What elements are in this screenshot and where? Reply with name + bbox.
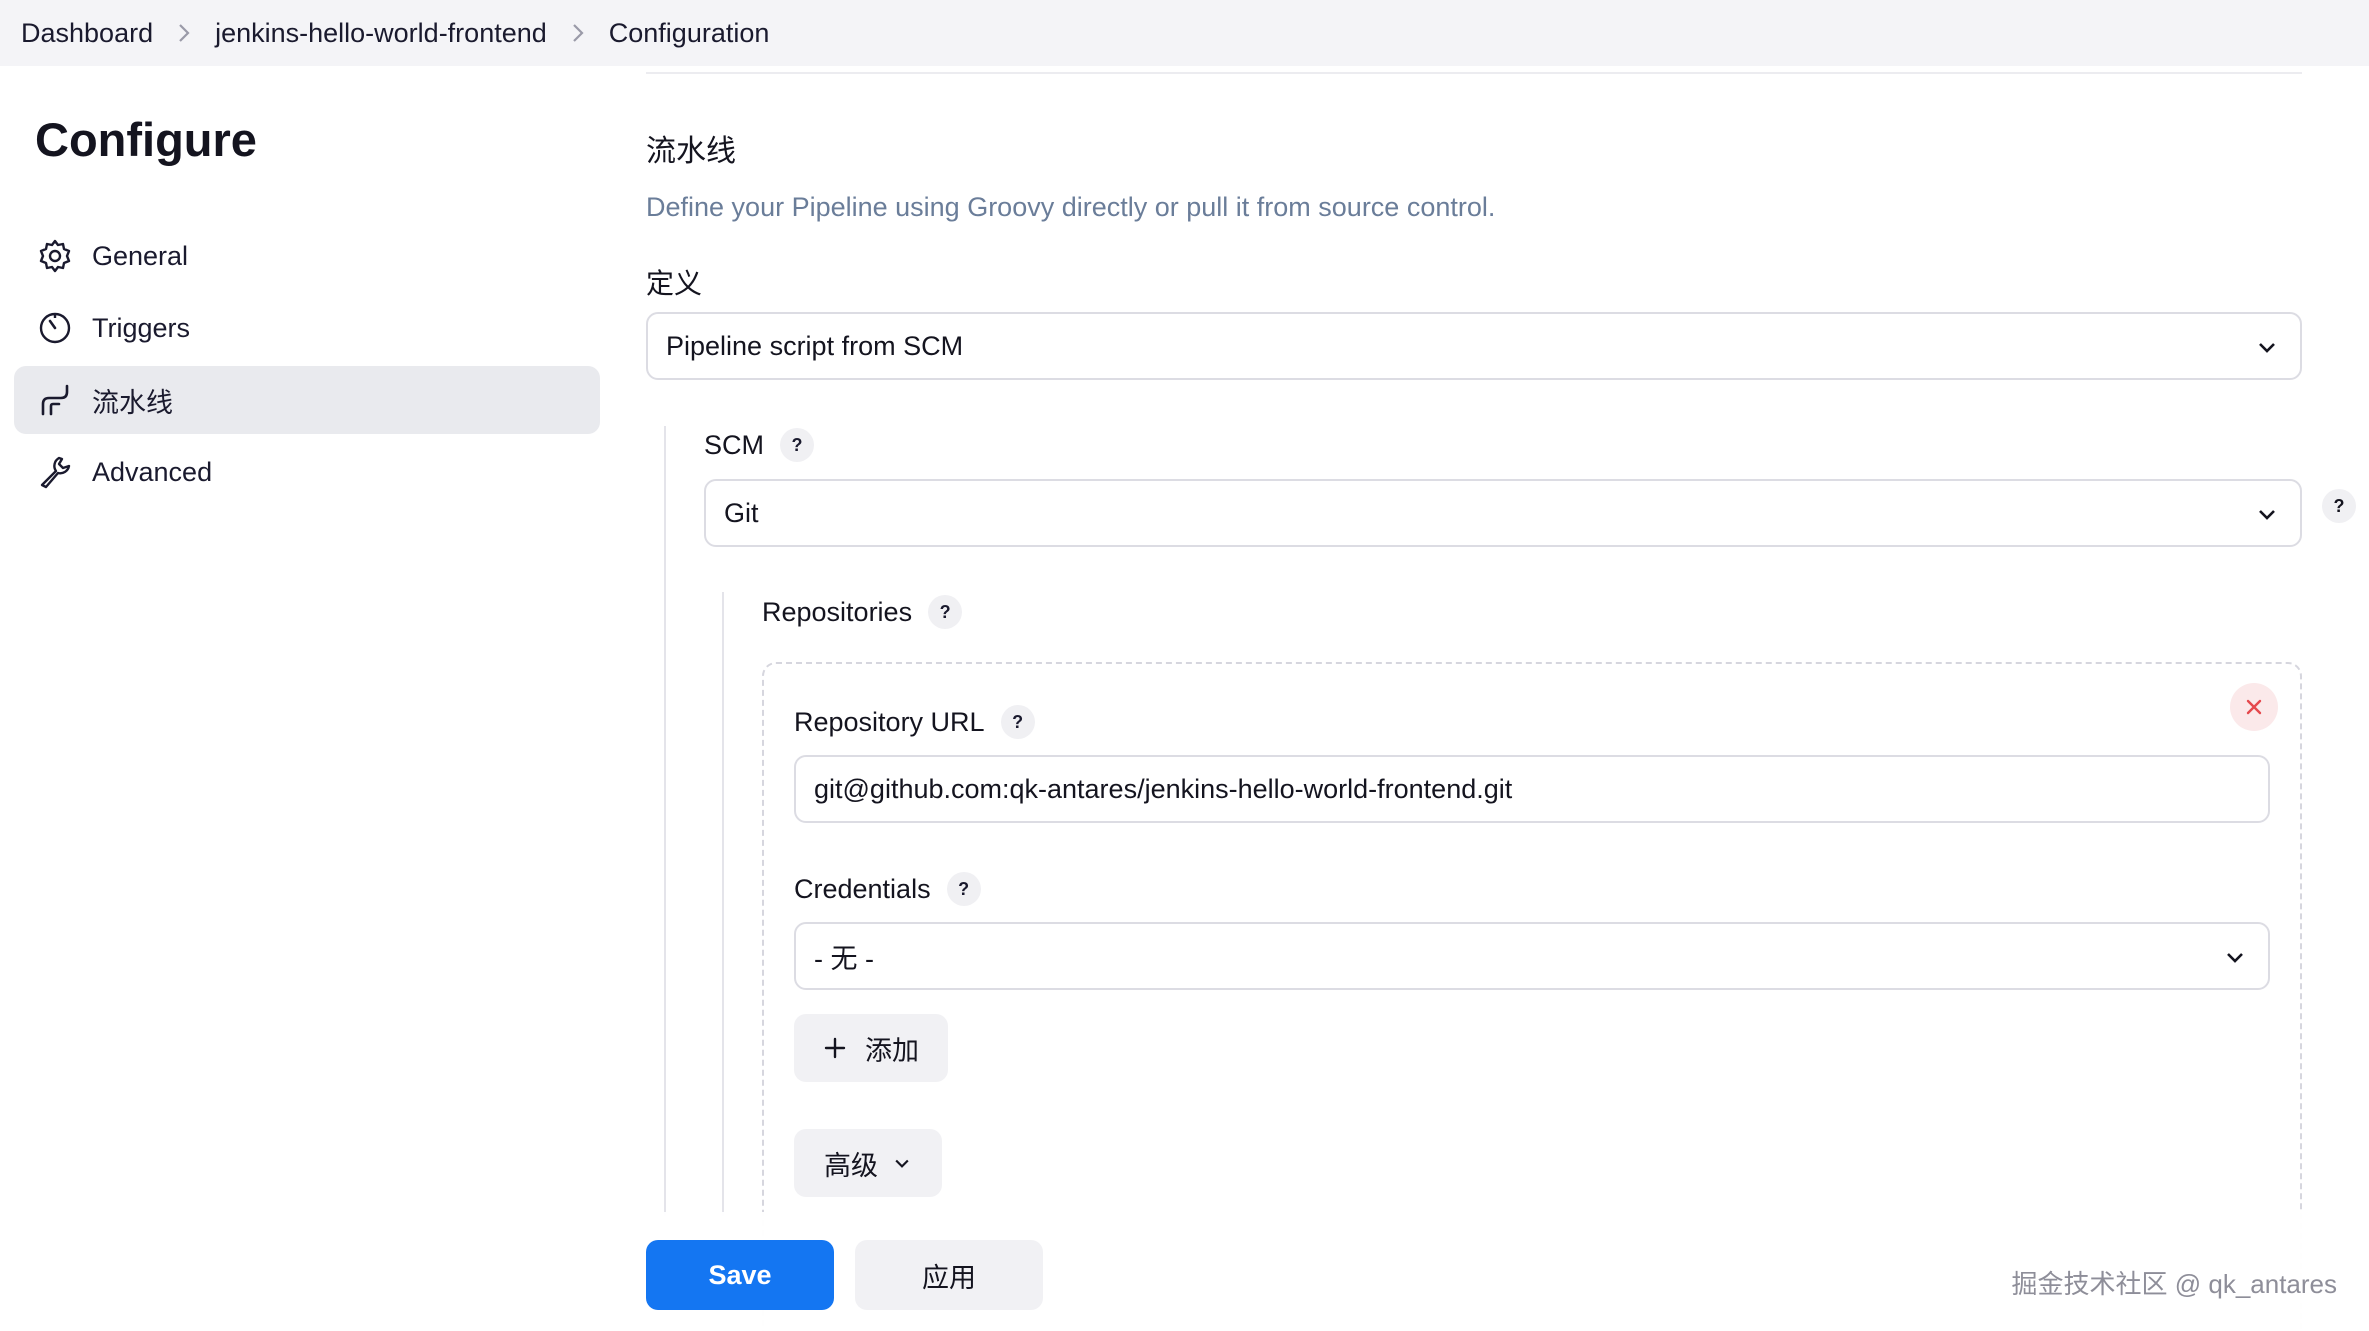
- save-button[interactable]: Save: [646, 1240, 834, 1310]
- scm-select-value: Git: [724, 497, 759, 528]
- scm-label: SCM ?: [704, 428, 814, 462]
- definition-label: 定义: [646, 268, 703, 299]
- credentials-select[interactable]: - 无 -: [794, 922, 2270, 990]
- sidebar-item-label: 流水线: [92, 387, 173, 418]
- help-icon[interactable]: ?: [1000, 705, 1035, 739]
- advanced-toggle-label: 高级: [824, 1150, 878, 1181]
- chevron-down-icon: [2259, 343, 2275, 353]
- help-icon[interactable]: ?: [946, 872, 981, 906]
- repository-url-value: git@github.com:qk-antares/jenkins-hello-…: [814, 773, 1513, 804]
- close-icon: [2246, 699, 2262, 715]
- breadcrumb-configuration[interactable]: Configuration: [609, 18, 770, 49]
- breadcrumb-dashboard[interactable]: Dashboard: [21, 18, 153, 49]
- definition-select[interactable]: Pipeline script from SCM: [646, 312, 2302, 380]
- chevron-down-icon: [2259, 510, 2275, 520]
- repo-url-label-text: Repository URL: [794, 706, 985, 737]
- repository-url-input[interactable]: git@github.com:qk-antares/jenkins-hello-…: [794, 755, 2270, 823]
- plus-icon: [824, 1037, 846, 1059]
- credentials-label: Credentials ?: [794, 872, 981, 906]
- page-title: Configure: [35, 113, 257, 166]
- credentials-select-value: - 无 -: [814, 943, 874, 974]
- repo-url-label: Repository URL ?: [794, 705, 1035, 739]
- chevron-right-icon: [153, 22, 215, 44]
- definition-select-value: Pipeline script from SCM: [666, 330, 964, 361]
- breadcrumb: Dashboard jenkins-hello-world-frontend C…: [0, 0, 2369, 66]
- divider: [646, 72, 2302, 74]
- section-description: Define your Pipeline using Groovy direct…: [646, 192, 1496, 222]
- help-icon[interactable]: ?: [928, 595, 963, 629]
- gear-icon: [36, 237, 74, 275]
- apply-button[interactable]: 应用: [855, 1240, 1043, 1310]
- sidebar-item-label: General: [92, 240, 189, 271]
- clock-icon: [36, 309, 74, 347]
- add-credentials-label: 添加: [865, 1035, 919, 1066]
- delete-repository-button[interactable]: [2230, 683, 2278, 731]
- sidebar-item-advanced[interactable]: Advanced: [14, 438, 600, 506]
- help-icon[interactable]: ?: [2322, 489, 2356, 523]
- sidebar-item-label: Advanced: [92, 456, 213, 487]
- credentials-label-text: Credentials: [794, 873, 931, 904]
- chevron-down-icon: [895, 1159, 909, 1168]
- sidebar-item-pipeline[interactable]: 流水线: [14, 366, 600, 434]
- advanced-toggle-button[interactable]: 高级: [794, 1129, 942, 1197]
- sidebar-item-triggers[interactable]: Triggers: [14, 294, 600, 362]
- repositories-label-text: Repositories: [762, 596, 913, 627]
- scm-select[interactable]: Git: [704, 479, 2302, 547]
- repositories-label: Repositories ?: [762, 595, 963, 629]
- sidebar-item-general[interactable]: General: [14, 222, 600, 290]
- sidebar-item-label: Triggers: [92, 312, 191, 343]
- help-icon[interactable]: ?: [780, 428, 814, 462]
- add-credentials-button[interactable]: 添加: [794, 1014, 948, 1082]
- pipeline-icon: [36, 381, 74, 419]
- wrench-icon: [36, 453, 74, 491]
- scm-label-text: SCM: [704, 429, 764, 460]
- watermark: 掘金技术社区 @ qk_antares: [2011, 1269, 2337, 1299]
- section-title: 流水线: [646, 135, 736, 168]
- chevron-down-icon: [2227, 953, 2243, 963]
- chevron-right-icon: [547, 22, 609, 44]
- nesting-line: [722, 592, 724, 1216]
- breadcrumb-project[interactable]: jenkins-hello-world-frontend: [215, 18, 547, 49]
- nesting-line: [664, 426, 666, 1216]
